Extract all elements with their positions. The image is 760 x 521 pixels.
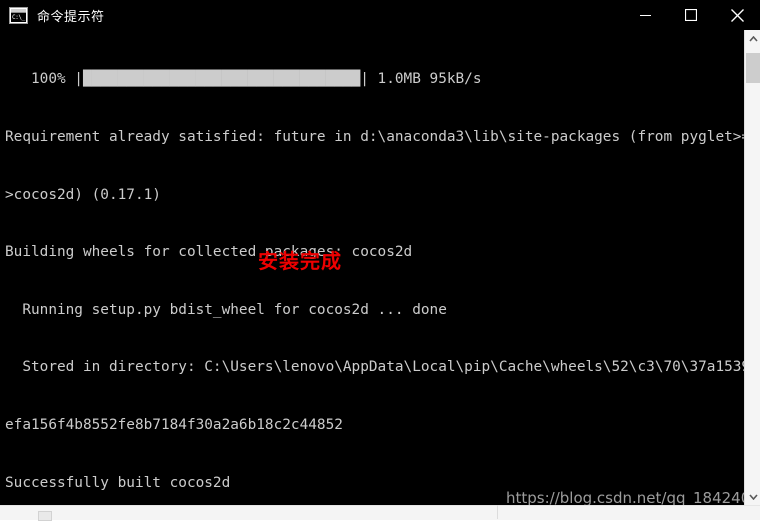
maximize-button[interactable] (668, 0, 714, 30)
desktop-icon[interactable] (38, 511, 52, 521)
cmd-icon-prompt-text: C:\_ (11, 12, 26, 22)
chevron-down-icon (748, 493, 758, 500)
scrollbar-track[interactable] (745, 47, 760, 488)
console-line: 100% |████████████████████████████████| … (5, 71, 482, 88)
console-line: Running setup.py bdist_wheel for cocos2d… (5, 301, 447, 318)
watermark-text: https://blog.csdn.net/qq_184240 (506, 489, 751, 505)
desktop-strip (0, 505, 760, 520)
scrollbar-up-button[interactable] (745, 30, 760, 47)
close-button[interactable] (714, 0, 760, 30)
window-titlebar[interactable]: C:\_ 命令提示符 (0, 0, 760, 30)
cmd-icon: C:\_ (9, 6, 28, 24)
annotation-text: 安装完成 (258, 249, 342, 273)
close-icon (730, 8, 744, 22)
minimize-icon (639, 14, 651, 16)
console-line: Stored in directory: C:\Users\lenovo\App… (5, 359, 744, 376)
console-line: efa156f4b8552fe8b7184f30a2a6b18c2c44852 (5, 416, 343, 433)
scrollbar-thumb[interactable] (746, 53, 760, 83)
scrollbar-down-button[interactable] (745, 488, 760, 505)
maximize-icon (685, 9, 697, 21)
window-title: 命令提示符 (37, 9, 105, 25)
minimize-button[interactable] (622, 0, 668, 30)
desktop-background: C:\_ 命令提示符 100% |███████████████████████… (0, 0, 760, 521)
command-prompt-window: C:\_ 命令提示符 100% |███████████████████████… (0, 0, 760, 505)
console-line: Requirement already satisfied: future in… (5, 129, 744, 145)
console-output-area[interactable]: 100% |████████████████████████████████| … (0, 30, 744, 505)
scrollbar[interactable] (744, 30, 760, 505)
console-line: Building wheels for collected packages: … (5, 244, 413, 261)
desktop-divider (497, 505, 498, 519)
chevron-up-icon (748, 35, 758, 42)
console-line: >cocos2d) (0.17.1) (5, 186, 161, 203)
window-controls (622, 0, 760, 30)
